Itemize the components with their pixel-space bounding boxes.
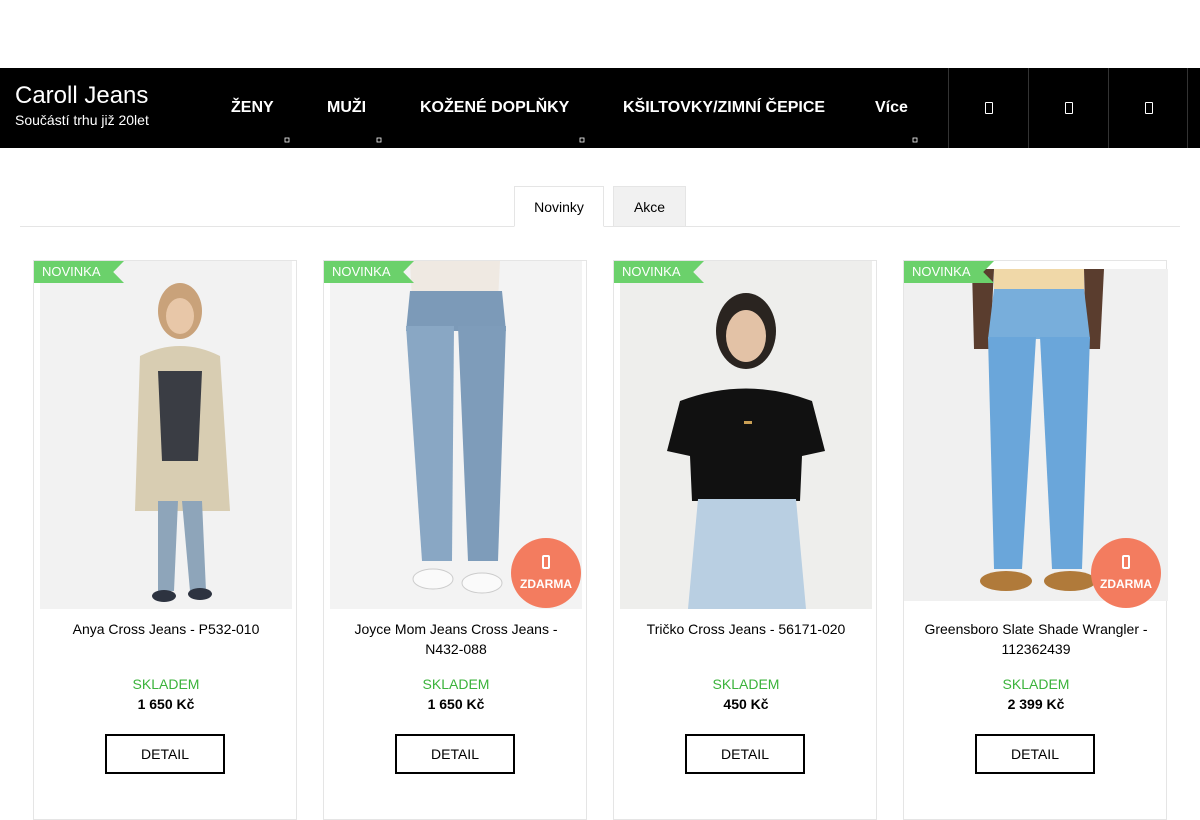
nav-label: Více — [875, 99, 908, 116]
nav-item-muzi[interactable]: MUŽI — [327, 68, 382, 148]
truck-icon — [1122, 555, 1130, 569]
tab-novinky[interactable]: Novinky — [514, 186, 604, 227]
detail-button[interactable]: DETAIL — [975, 734, 1095, 774]
product-name[interactable]: Tričko Cross Jeans - 56171-020 — [624, 619, 868, 639]
truck-icon — [542, 555, 550, 569]
chevron-down-icon — [376, 103, 382, 143]
product-price: 2 399 Kč — [1007, 696, 1065, 712]
detail-button[interactable]: DETAIL — [105, 734, 225, 774]
nav-item-kozene-doplnky[interactable]: KOŽENÉ DOPLŇKY — [420, 68, 585, 148]
product-card[interactable]: NOVINKA Tričko Cross Jeans - 56171-020 S… — [613, 260, 877, 820]
site-header: Caroll Jeans Součástí trhu již 20let ŽEN… — [0, 68, 1200, 148]
free-shipping-badge: ZDARMA — [511, 538, 581, 608]
nav-label: ŽENY — [231, 99, 274, 116]
nav-label: KŠILTOVKY/ZIMNÍ ČEPICE — [623, 99, 826, 116]
product-price: 450 Kč — [723, 696, 769, 712]
stock-status: SKLADEM — [1002, 676, 1070, 692]
nav-label: KOŽENÉ DOPLŇKY — [420, 99, 570, 116]
brand-title: Caroll Jeans — [15, 82, 149, 109]
nav-item-zeny[interactable]: ŽENY — [231, 68, 290, 148]
cart-button[interactable] — [1108, 68, 1188, 148]
brand-subtitle: Součástí trhu již 20let — [15, 112, 149, 128]
product-image[interactable] — [620, 261, 872, 609]
free-shipping-badge: ZDARMA — [1091, 538, 1161, 608]
free-shipping-label: ZDARMA — [1100, 577, 1152, 591]
cart-icon — [1145, 102, 1153, 114]
product-card[interactable]: NOVINKA ZDARMA Joyce Mom Jeans Cross Jea… — [323, 260, 587, 820]
free-shipping-label: ZDARMA — [520, 577, 572, 591]
nav-item-vice[interactable]: Více — [875, 68, 918, 148]
product-image[interactable] — [40, 261, 292, 609]
stock-status: SKLADEM — [712, 676, 780, 692]
detail-button[interactable]: DETAIL — [685, 734, 805, 774]
detail-button[interactable]: DETAIL — [395, 734, 515, 774]
nav-label: MUŽI — [327, 99, 367, 116]
user-icon — [1065, 102, 1073, 114]
stock-status: SKLADEM — [422, 676, 490, 692]
new-badge: NOVINKA — [904, 261, 994, 283]
product-card[interactable]: NOVINKA Anya Cross Jeans - P532-010 SKLA… — [33, 260, 297, 820]
stock-status: SKLADEM — [132, 676, 200, 692]
brand-logo[interactable]: Caroll Jeans Součástí trhu již 20let — [15, 82, 149, 130]
chevron-down-icon — [579, 103, 585, 143]
product-price: 1 650 Kč — [427, 696, 485, 712]
product-card[interactable]: NOVINKA ZDARMA Greensboro Slate Shade Wr… — [903, 260, 1168, 820]
new-badge: NOVINKA — [324, 261, 414, 283]
nav-item-ksiltovky[interactable]: KŠILTOVKY/ZIMNÍ ČEPICE — [623, 68, 825, 148]
tab-akce[interactable]: Akce — [613, 186, 686, 227]
product-price: 1 650 Kč — [137, 696, 195, 712]
search-icon — [985, 102, 993, 114]
account-button[interactable] — [1028, 68, 1108, 148]
product-name[interactable]: Anya Cross Jeans - P532-010 — [44, 619, 288, 639]
chevron-down-icon — [284, 103, 290, 143]
search-button[interactable] — [948, 68, 1028, 148]
new-badge: NOVINKA — [34, 261, 124, 283]
product-name[interactable]: Joyce Mom Jeans Cross Jeans - N432-088 — [334, 619, 578, 659]
new-badge: NOVINKA — [614, 261, 704, 283]
chevron-down-icon — [912, 103, 918, 143]
product-name[interactable]: Greensboro Slate Shade Wrangler - 112362… — [914, 619, 1158, 659]
